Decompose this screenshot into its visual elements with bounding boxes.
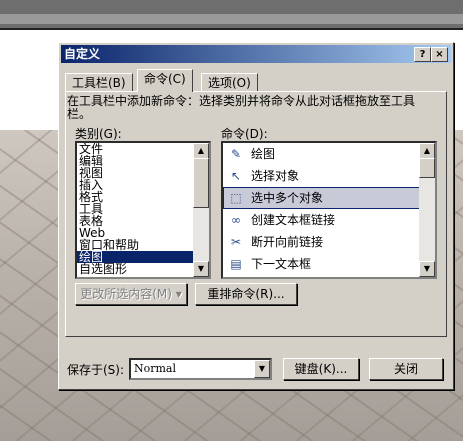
- command-label: 断开向前链接: [251, 235, 324, 249]
- command-label: 创建文本框链接: [251, 213, 336, 227]
- save-in-select[interactable]: Normal ▼: [129, 358, 272, 380]
- chevron-down-icon[interactable]: ▼: [254, 360, 270, 378]
- customize-dialog: 自定义 ? × 工具栏(B) 命令(C) 选项(O) 在工具栏中添加新命令：选择…: [58, 42, 454, 390]
- scroll-down-icon[interactable]: ▼: [419, 261, 435, 277]
- command-item[interactable]: ⬚ 选中多个对象: [223, 187, 435, 209]
- command-label: 选择对象: [251, 169, 300, 183]
- keyboard-button[interactable]: 键盘(K)...: [283, 358, 359, 380]
- modify-selection-button[interactable]: 更改所选内容(M) ▾: [75, 283, 187, 305]
- commands-scrollbar[interactable]: ▲ ▼: [419, 143, 435, 277]
- command-label: 下一文本框: [251, 257, 312, 271]
- command-item[interactable]: ✂ 断开向前链接: [223, 231, 435, 253]
- tab-toolbars[interactable]: 工具栏(B): [65, 73, 133, 92]
- break-link-icon: ✂: [230, 235, 242, 249]
- commands-list[interactable]: ✎ 绘图 ↖ 选择对象 ⬚ 选中多个对象 ∞ 创建文本框链接 ✂ 断开向前链接 ▤ 下一文本框 ▲ ▼: [221, 141, 437, 279]
- categories-label: 类别(G):: [75, 127, 122, 141]
- help-button[interactable]: ?: [414, 47, 431, 62]
- select-arrow-icon: ↖: [230, 169, 242, 183]
- scroll-up-icon[interactable]: ▲: [193, 143, 209, 159]
- next-textbox-icon: ▤: [230, 257, 242, 271]
- commands-label: 命令(D):: [221, 127, 268, 141]
- scroll-up-icon[interactable]: ▲: [419, 143, 435, 159]
- category-item[interactable]: 自选图形: [77, 263, 209, 275]
- draw-icon: ✎: [230, 147, 242, 161]
- categories-list[interactable]: 文件 编辑 视图 插入 格式 工具 表格 Web 窗口和帮助 绘图 自选图形 ▲ ▼: [75, 141, 211, 279]
- tab-commands[interactable]: 命令(C): [137, 69, 193, 92]
- command-item[interactable]: ∞ 创建文本框链接: [223, 209, 435, 231]
- scroll-thumb[interactable]: [193, 158, 209, 208]
- save-in-value: Normal: [134, 362, 177, 375]
- rearrange-commands-button[interactable]: 重排命令(R)...: [195, 283, 297, 305]
- command-item[interactable]: ▤ 下一文本框: [223, 253, 435, 275]
- scroll-down-icon[interactable]: ▼: [193, 261, 209, 277]
- command-item[interactable]: ↖ 选择对象: [223, 165, 435, 187]
- command-item[interactable]: ✎ 绘图: [223, 143, 435, 165]
- close-icon[interactable]: ×: [431, 47, 448, 62]
- dialog-title: 自定义: [64, 47, 101, 61]
- scroll-thumb[interactable]: [419, 158, 435, 178]
- command-label: 绘图: [251, 147, 276, 161]
- app-toolbar-background: [0, 0, 463, 30]
- close-button[interactable]: 关闭: [369, 358, 443, 380]
- save-in-label: 保存于(S):: [67, 363, 125, 377]
- command-label: 选中多个对象: [251, 191, 324, 205]
- categories-scrollbar[interactable]: ▲ ▼: [193, 143, 209, 277]
- multi-select-icon: ⬚: [230, 191, 242, 205]
- instruction-text: 在工具栏中添加新命令：选择类别并将命令从此对话框拖放至工具栏。: [67, 94, 416, 121]
- link-icon: ∞: [231, 213, 241, 227]
- dialog-titlebar[interactable]: 自定义 ? ×: [61, 45, 451, 63]
- tab-options[interactable]: 选项(O): [201, 73, 258, 92]
